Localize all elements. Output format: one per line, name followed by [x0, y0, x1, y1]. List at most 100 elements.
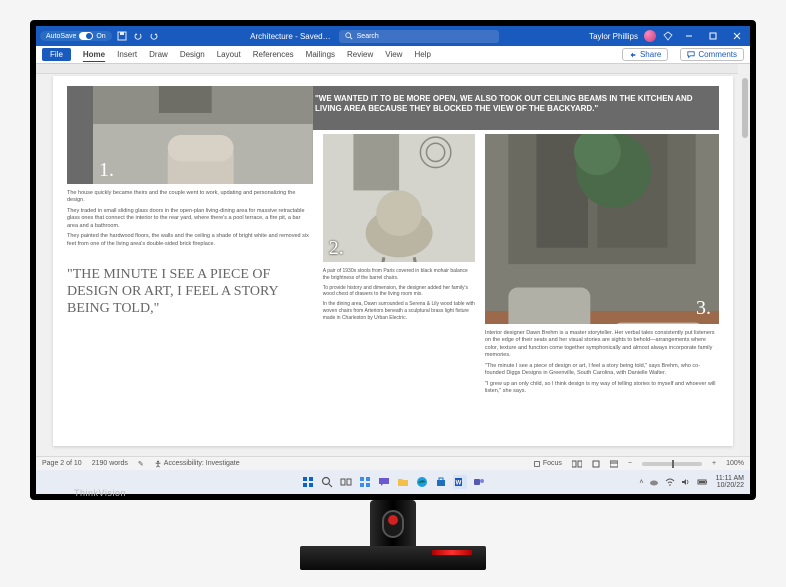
zoom-out-button[interactable]: − — [628, 460, 632, 467]
svg-text:W: W — [455, 481, 461, 487]
windows-taskbar: W ˄ 11:11 AM 10/20/22 — [36, 470, 750, 494]
accessibility-icon — [154, 460, 162, 468]
tab-layout[interactable]: Layout — [217, 50, 241, 59]
tab-home[interactable]: Home — [83, 50, 105, 59]
onedrive-icon[interactable] — [649, 478, 659, 486]
maximize-button[interactable] — [704, 29, 722, 43]
minimize-button[interactable] — [680, 29, 698, 43]
tab-review[interactable]: Review — [347, 50, 373, 59]
word-count[interactable]: 2190 words — [92, 460, 128, 467]
taskbar-search-icon[interactable] — [320, 475, 334, 489]
interior-photo-1: 1. — [93, 86, 313, 184]
toggle-switch-icon — [79, 32, 93, 40]
page-info[interactable]: Page 2 of 10 — [42, 460, 82, 467]
zoom-slider[interactable] — [642, 462, 702, 466]
tab-insert[interactable]: Insert — [117, 50, 137, 59]
tab-file[interactable]: File — [42, 48, 71, 61]
tab-design[interactable]: Design — [180, 50, 205, 59]
word-icon[interactable]: W — [453, 475, 467, 489]
document-page[interactable]: "WE WANTED IT TO BE MORE OPEN, WE ALSO T… — [53, 76, 733, 446]
volume-icon[interactable] — [681, 478, 691, 486]
comment-icon — [687, 51, 695, 59]
clock-time: 11:11 AM — [715, 475, 744, 482]
focus-mode[interactable]: Focus — [533, 460, 562, 468]
banner-quote-text: "WE WANTED IT TO BE MORE OPEN, WE ALSO T… — [315, 94, 693, 113]
save-icon[interactable] — [116, 30, 128, 42]
document-canvas[interactable]: "WE WANTED IT TO BE MORE OPEN, WE ALSO T… — [36, 64, 750, 456]
scrollbar-thumb[interactable] — [742, 78, 748, 138]
zoom-level[interactable]: 100% — [726, 460, 744, 467]
document-title[interactable]: Architecture - Saved… — [250, 32, 330, 41]
comments-label: Comments — [698, 50, 737, 59]
user-avatar[interactable] — [644, 30, 656, 42]
redo-icon[interactable] — [148, 30, 160, 42]
col3-body: Interior designer Dawn Brehm is a master… — [485, 330, 719, 398]
word-titlebar: AutoSave On Architecture - Saved… Search… — [36, 26, 750, 46]
widgets-icon[interactable] — [358, 475, 372, 489]
comments-button[interactable]: Comments — [680, 48, 744, 61]
number-2: 2. — [329, 237, 344, 260]
diamond-icon[interactable] — [662, 30, 674, 42]
col1-pull-quote: "THE MINUTE I SEE A PIECE OF DESIGN OR A… — [67, 267, 313, 317]
user-name[interactable]: Taylor Phillips — [589, 32, 638, 41]
column-1: 1. The house quickly became theirs and t… — [67, 86, 313, 436]
vertical-scrollbar[interactable] — [740, 74, 750, 456]
col1-p3: They painted the hardwood floors, the wa… — [67, 233, 313, 248]
monitor-bezel: AutoSave On Architecture - Saved… Search… — [30, 20, 756, 500]
taskbar-center: W — [301, 475, 486, 489]
task-view-icon[interactable] — [339, 475, 353, 489]
share-button[interactable]: Share — [622, 48, 668, 61]
teams-icon[interactable] — [472, 475, 486, 489]
tab-mailings[interactable]: Mailings — [306, 50, 335, 59]
close-button[interactable] — [728, 29, 746, 43]
monitor-stand-base — [300, 546, 486, 570]
tab-help[interactable]: Help — [414, 50, 430, 59]
system-tray: ˄ 11:11 AM 10/20/22 — [639, 475, 744, 489]
search-icon — [345, 32, 353, 40]
explorer-icon[interactable] — [396, 475, 410, 489]
accessibility-status[interactable]: Accessibility: Investigate — [154, 460, 240, 468]
taskbar-clock[interactable]: 11:11 AM 10/20/22 — [715, 475, 744, 489]
share-label: Share — [640, 50, 661, 59]
tray-chevron-icon[interactable]: ˄ — [639, 479, 643, 486]
tab-draw[interactable]: Draw — [149, 50, 168, 59]
wifi-icon[interactable] — [665, 478, 675, 486]
number-3: 3. — [696, 297, 711, 320]
monitor-brand: ThinkVision — [74, 488, 126, 498]
start-button[interactable] — [301, 475, 315, 489]
view-web-icon[interactable] — [610, 460, 618, 468]
autosave-toggle[interactable]: AutoSave On — [40, 31, 112, 41]
col2-p1: A pair of 1930s stools from Paris covere… — [323, 268, 475, 282]
pull-quote-banner: "WE WANTED IT TO BE MORE OPEN, WE ALSO T… — [305, 86, 719, 130]
col3-p2: "The minute I see a piece of design or a… — [485, 363, 719, 378]
status-bar: Page 2 of 10 2190 words ✎ Accessibility:… — [36, 456, 750, 470]
undo-icon[interactable] — [132, 30, 144, 42]
stand-release-button — [382, 510, 404, 538]
zoom-in-button[interactable]: + — [712, 460, 716, 467]
screen: AutoSave On Architecture - Saved… Search… — [36, 26, 750, 494]
autosave-label: AutoSave — [46, 33, 76, 40]
interior-photo-3: 3. — [485, 134, 719, 324]
accessibility-label: Accessibility: Investigate — [164, 460, 240, 467]
interior-photo-2: 2. — [323, 134, 475, 262]
col1-body: The house quickly became theirs and the … — [67, 190, 313, 251]
search-box[interactable]: Search — [339, 30, 499, 43]
store-icon[interactable] — [434, 475, 448, 489]
tab-view[interactable]: View — [385, 50, 402, 59]
col1-hero: 1. — [67, 86, 313, 184]
col2-p2: To provide history and dimension, the de… — [323, 285, 475, 299]
monitor-stand-neck — [370, 500, 416, 552]
grey-bar — [67, 86, 93, 184]
edge-icon[interactable] — [415, 475, 429, 489]
horizontal-ruler[interactable] — [36, 64, 738, 74]
battery-icon[interactable] — [697, 478, 709, 486]
language-icon[interactable]: ✎ — [138, 460, 144, 468]
tab-references[interactable]: References — [253, 50, 294, 59]
chat-icon[interactable] — [377, 475, 391, 489]
autosave-state: On — [96, 33, 105, 40]
view-print-icon[interactable] — [592, 460, 600, 468]
view-read-icon[interactable] — [572, 460, 582, 468]
col3-p1: Interior designer Dawn Brehm is a master… — [485, 330, 719, 360]
col2-p3: In the dining area, Dawn surrounded a Se… — [323, 301, 475, 321]
col1-p2: They traded in small sliding glass doors… — [67, 208, 313, 230]
